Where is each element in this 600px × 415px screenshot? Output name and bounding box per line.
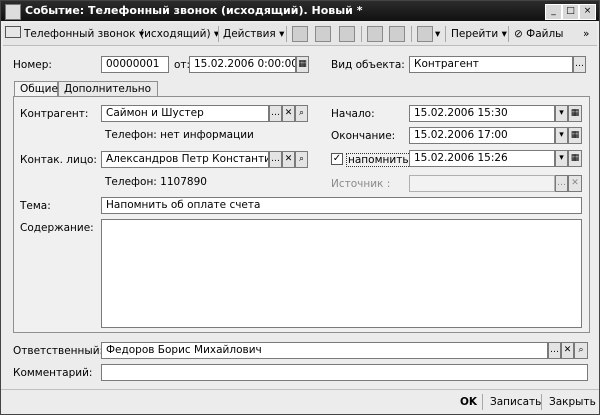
chevron-down-icon[interactable]: ▾ — [555, 150, 568, 167]
direction-button[interactable]: (исходящий) ▾ — [140, 26, 219, 42]
more-icon[interactable]: » — [583, 26, 589, 42]
select-button[interactable]: … — [269, 105, 282, 122]
date-from-label: от: — [174, 59, 191, 71]
responsible-label: Ответственный: — [13, 345, 104, 357]
structure-icon[interactable] — [339, 26, 355, 42]
responsible-field[interactable]: Федоров Борис Михайлович — [101, 342, 548, 359]
files-button[interactable]: ⊘ Файлы — [514, 26, 563, 42]
minimize-button[interactable]: _ — [545, 4, 562, 20]
direction-label: (исходящий) — [140, 28, 211, 40]
object-type-field[interactable]: Контрагент — [409, 56, 573, 73]
toolbar-separator — [286, 26, 287, 42]
date-field[interactable]: 15.02.2006 0:00:00 — [189, 56, 296, 73]
select-button[interactable]: … — [573, 56, 586, 73]
source-field — [409, 175, 555, 192]
document-window: Событие: Телефонный звонок (исходящий). … — [0, 0, 600, 415]
chevron-down-icon[interactable]: ▾ — [555, 105, 568, 122]
end-label: Окончание: — [331, 130, 396, 142]
toolbar-separator — [445, 26, 446, 42]
button-separator — [482, 394, 483, 410]
copy-icon[interactable] — [367, 26, 383, 42]
remind-label: напомнить — [346, 153, 411, 167]
number-label: Номер: — [13, 59, 52, 71]
search-icon[interactable]: ⌕ — [574, 342, 588, 359]
topic-field[interactable]: Напомнить об оплате счета — [101, 197, 582, 214]
calendar-icon[interactable]: ▦ — [568, 105, 582, 122]
select-button: … — [555, 175, 568, 192]
title-bar: Событие: Телефонный звонок (исходящий). … — [1, 1, 599, 21]
paperclip-icon: ⊘ — [514, 28, 523, 40]
comment-label: Комментарий: — [13, 367, 93, 379]
save-button[interactable]: Записать — [490, 394, 541, 410]
start-datetime-field[interactable]: 15.02.2006 15:30 — [409, 105, 555, 122]
phone-icon — [5, 26, 21, 38]
clear-icon[interactable]: ✕ — [282, 151, 295, 168]
actions-label: Действия — [223, 28, 276, 40]
contractor-field[interactable]: Саймон и Шустер — [101, 105, 269, 122]
toolbar-separator — [361, 26, 362, 42]
close-window-button[interactable]: × — [579, 4, 596, 20]
post-icon[interactable] — [315, 26, 331, 42]
toolbar: Телефонный звонок ▾ (исходящий) ▾ Действ… — [3, 23, 597, 46]
calendar-icon[interactable]: ▦ — [296, 56, 309, 73]
close-button[interactable]: Закрыть — [549, 394, 596, 410]
source-label: Источник : — [331, 178, 391, 190]
contact-person-label: Контак. лицо: — [20, 154, 97, 166]
search-icon[interactable]: ⌕ — [295, 105, 308, 122]
start-label: Начало: — [331, 108, 375, 120]
print-icon[interactable] — [389, 26, 405, 42]
window-title: Событие: Телефонный звонок (исходящий). … — [25, 4, 363, 17]
end-datetime-field[interactable]: 15.02.2006 17:00 — [409, 127, 555, 144]
toolbar-separator — [411, 26, 412, 42]
fill-icon[interactable] — [417, 26, 433, 42]
clear-icon[interactable]: ✕ — [282, 105, 295, 122]
ok-button[interactable]: OK — [460, 394, 477, 410]
chevron-down-icon: ▾ — [501, 28, 507, 40]
move-to-start-icon[interactable] — [292, 26, 308, 42]
search-icon[interactable]: ⌕ — [295, 151, 308, 168]
tab-additional[interactable]: Дополнительно — [58, 81, 158, 97]
topic-label: Тема: — [20, 200, 51, 212]
select-button[interactable]: … — [269, 151, 282, 168]
clear-icon: ✕ — [568, 175, 582, 192]
clear-icon[interactable]: ✕ — [561, 342, 574, 359]
calendar-icon[interactable]: ▦ — [568, 150, 582, 167]
maximize-button[interactable]: □ — [562, 4, 579, 20]
remind-datetime-field[interactable]: 15.02.2006 15:26 — [409, 150, 555, 167]
goto-label: Перейти — [451, 28, 499, 40]
select-button[interactable]: … — [548, 342, 561, 359]
button-separator — [541, 394, 542, 410]
files-label: Файлы — [526, 28, 564, 40]
document-icon — [5, 4, 21, 20]
object-type-label: Вид объекта: — [331, 59, 405, 71]
contact-phone: Телефон: 1107890 — [105, 176, 207, 188]
comment-field[interactable] — [101, 364, 588, 381]
toolbar-separator — [218, 26, 219, 42]
button-bar: OK Записать Закрыть — [1, 389, 599, 414]
event-type-button[interactable]: Телефонный звонок ▾ — [5, 26, 144, 42]
contact-person-field[interactable]: Александров Петр Константинович — [101, 151, 269, 168]
contractor-phone: Телефон: нет информации — [105, 129, 254, 141]
calendar-icon[interactable]: ▦ — [568, 127, 582, 144]
goto-menu-button[interactable]: Перейти ▾ — [451, 26, 507, 42]
contractor-label: Контрагент: — [20, 108, 89, 120]
number-field[interactable]: 00000001 — [101, 56, 169, 73]
content-textarea[interactable] — [101, 219, 582, 328]
event-type-label: Телефонный звонок — [24, 28, 136, 40]
toolbar-separator — [508, 26, 509, 42]
actions-menu-button[interactable]: Действия ▾ — [223, 26, 284, 42]
remind-checkbox[interactable]: ✓ — [331, 153, 343, 165]
content-label: Содержание: — [20, 222, 94, 234]
chevron-down-icon[interactable]: ▾ — [555, 127, 568, 144]
fill-dropdown-icon[interactable]: ▾ — [435, 26, 440, 42]
chevron-down-icon: ▾ — [279, 28, 285, 40]
